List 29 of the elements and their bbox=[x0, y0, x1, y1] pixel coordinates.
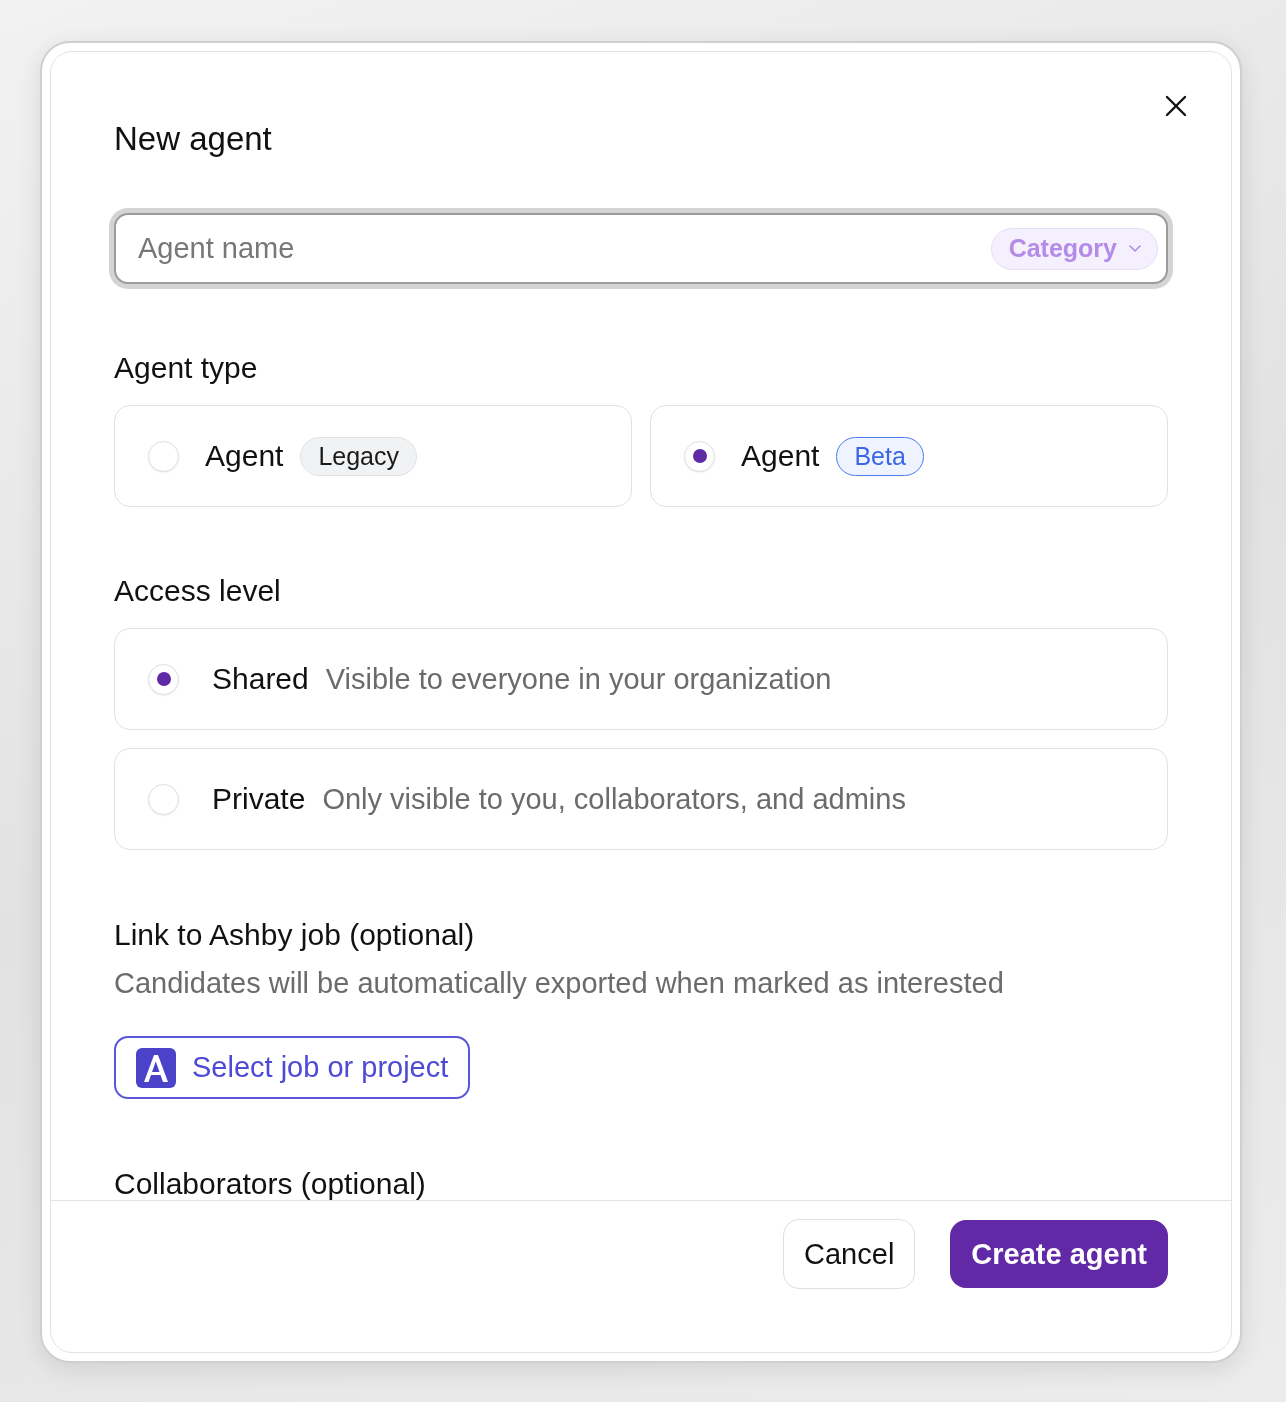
close-button[interactable] bbox=[1165, 95, 1187, 117]
section-label: Collaborators (optional) bbox=[114, 1168, 427, 1200]
cancel-button[interactable]: Cancel bbox=[783, 1219, 916, 1289]
close-icon bbox=[1165, 95, 1187, 117]
option-description: Only visible to you, collaborators, and admins bbox=[322, 782, 906, 816]
agent-type-option[interactable]: Agent Beta bbox=[650, 405, 1168, 507]
option-label: Agent bbox=[205, 439, 284, 473]
radio-button[interactable] bbox=[148, 783, 179, 815]
option-description: Visible to everyone in your organization bbox=[325, 662, 832, 696]
section-label: Link to Ashby job (optional) bbox=[114, 919, 476, 951]
version-badge: Legacy bbox=[300, 436, 418, 476]
section-label: Access level bbox=[114, 575, 282, 607]
option-label: Private bbox=[212, 782, 306, 816]
access-level-option[interactable]: Private Only visible to you, collaborators, and admins bbox=[114, 748, 1168, 850]
ashby-logo-icon bbox=[136, 1047, 176, 1088]
agent-type-option[interactable]: Agent Legacy bbox=[114, 405, 632, 507]
select-job-button[interactable]: Select job or project bbox=[114, 1036, 471, 1099]
option-label: Shared bbox=[212, 662, 309, 696]
option-label: Agent bbox=[741, 439, 820, 473]
create-button[interactable]: Create agent bbox=[950, 1220, 1168, 1288]
version-badge: Beta bbox=[836, 436, 924, 476]
help-text: Candidates will be automatically exported when marked as interested bbox=[114, 967, 1005, 999]
radio-button[interactable] bbox=[148, 440, 179, 472]
radio-button[interactable] bbox=[148, 663, 179, 695]
radio-button[interactable] bbox=[684, 440, 715, 472]
chevron-down-icon bbox=[1129, 245, 1141, 252]
section-label: Agent type bbox=[114, 352, 259, 384]
dialog-title: New agent bbox=[114, 121, 273, 157]
access-level-option[interactable]: Shared Visible to everyone in your organization bbox=[114, 628, 1168, 730]
